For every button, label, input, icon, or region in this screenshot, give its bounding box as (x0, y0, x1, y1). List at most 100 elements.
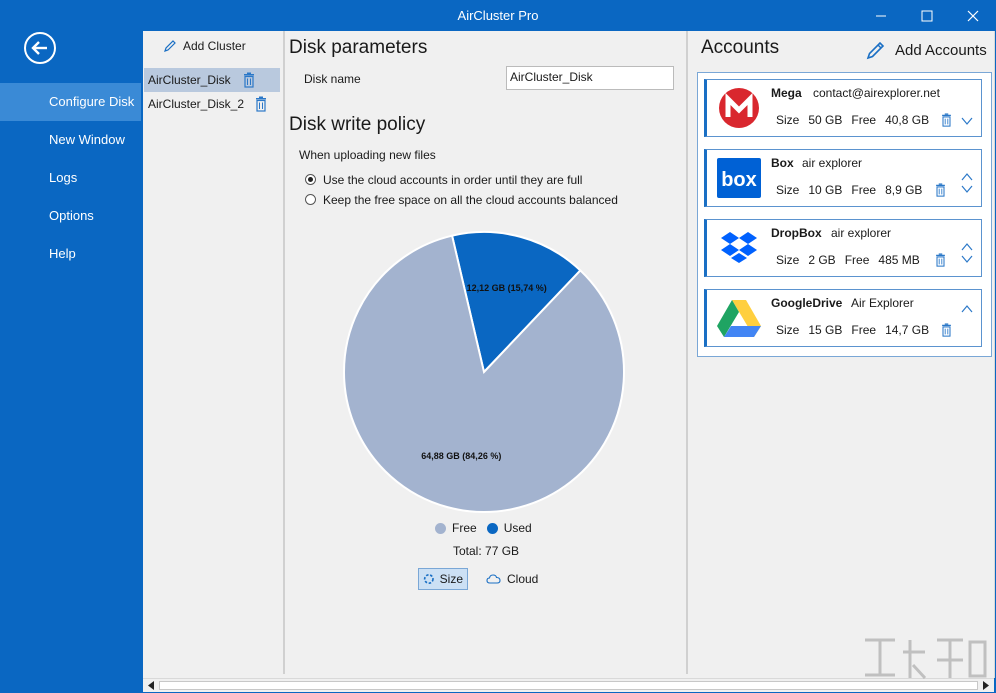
disk-settings-panel: Disk parameters Disk name AirCluster_Dis… (285, 31, 688, 674)
add-cluster-button[interactable]: Add Cluster (163, 39, 246, 53)
move-up-icon[interactable] (961, 302, 973, 328)
chart-legend: Free Used (435, 521, 532, 535)
free-label: Free (844, 253, 870, 267)
free-value: 14,7 GB (885, 323, 930, 337)
trash-icon[interactable] (941, 323, 952, 337)
account-stats: Size 10 GB Free 8,9 GB (776, 183, 931, 197)
accounts-list: Mega contact@airexplorer.net Size 50 GB Fr… (697, 72, 992, 357)
window-title: AirCluster Pro (457, 8, 539, 23)
free-value: 485 MB (878, 253, 920, 267)
disk-write-policy-heading: Disk write policy (289, 114, 426, 135)
used-legend-dot (486, 522, 498, 534)
radio-in-order-label[interactable]: Use the cloud accounts in order until th… (323, 173, 582, 187)
size-label: Size (776, 323, 800, 337)
size-value: 15 GB (808, 323, 843, 337)
scroll-left-icon[interactable] (147, 681, 155, 690)
add-accounts-label: Add Accounts (895, 41, 987, 59)
nav-options[interactable]: Options (0, 197, 141, 235)
cluster-item[interactable]: AirCluster_Disk_2 (144, 92, 280, 116)
pencil-icon (164, 40, 176, 52)
minimize-icon (876, 15, 886, 16)
trash-icon[interactable] (941, 113, 952, 127)
cluster-name: AirCluster_Disk (148, 73, 231, 87)
legend-used: Used (503, 521, 532, 535)
back-arrow-icon[interactable] (23, 31, 57, 65)
size-value: 50 GB (808, 113, 843, 127)
disk-usage-pie-chart: 12,12 GB (15,74 %) 64,88 GB (84,26 %) (343, 231, 625, 513)
add-cluster-label: Add Cluster (183, 39, 246, 53)
free-value: 8,9 GB (885, 183, 923, 197)
maximize-icon (921, 10, 933, 21)
size-value: 10 GB (808, 183, 843, 197)
move-up-down-icon[interactable] (961, 240, 973, 266)
account-service: DropBox (771, 226, 822, 240)
legend-free: Free (452, 521, 477, 535)
accounts-panel: Accounts Add Accounts Mega contact@airex… (688, 31, 994, 674)
account-user: contact@airexplorer.net (813, 86, 940, 100)
account-card-googledrive[interactable]: GoogleDrive Air Explorer Size 15 GB Free 14… (704, 289, 982, 347)
pie-label-free: 64,88 GB (84,26 %) (421, 451, 501, 461)
maximize-button[interactable] (904, 0, 950, 31)
move-up-down-icon[interactable] (961, 170, 973, 196)
size-label: Size (776, 253, 800, 267)
disk-name-label: Disk name (304, 72, 361, 86)
free-label: Free (851, 323, 877, 337)
close-button[interactable] (950, 0, 996, 31)
size-view-label: Size (439, 572, 463, 586)
policy-subheading: When uploading new files (299, 148, 436, 162)
dropbox-logo-icon (721, 232, 757, 263)
size-label: Size (776, 183, 800, 197)
radio-balanced[interactable] (305, 194, 316, 205)
radio-balanced-label[interactable]: Keep the free space on all the cloud acc… (323, 193, 618, 207)
mega-logo-icon (719, 88, 759, 128)
move-down-icon[interactable] (961, 100, 973, 126)
cluster-list-panel: Add Cluster AirCluster_Disk AirCluster_D… (143, 31, 285, 674)
title-bar: AirCluster Pro (0, 0, 996, 31)
trash-icon[interactable] (935, 183, 946, 197)
main-panel: Add Cluster AirCluster_Disk AirCluster_D… (143, 31, 995, 678)
account-card-dropbox[interactable]: DropBox air explorer Size 2 GB Free 485 MB (704, 219, 982, 277)
account-service: Box (771, 156, 794, 170)
free-value: 40,8 GB (885, 113, 930, 127)
account-stats: Size 2 GB Free 485 MB (776, 253, 929, 267)
loading-ring-icon (423, 574, 434, 584)
nav-help[interactable]: Help (0, 235, 141, 273)
minimize-button[interactable] (858, 0, 904, 31)
account-card-box[interactable]: box Box air explorer Size 10 GB Free 8,9 GB (704, 149, 982, 207)
account-service: GoogleDrive (771, 296, 843, 310)
watermark-logo-icon (865, 638, 987, 680)
account-service: Mega (771, 86, 802, 100)
account-user: air explorer (831, 226, 892, 240)
size-view-button[interactable]: Size (418, 568, 468, 590)
account-card-mega[interactable]: Mega contact@airexplorer.net Size 50 GB Fr… (704, 79, 982, 137)
nav-configure-disk[interactable]: Configure Disk (0, 83, 141, 121)
cloud-icon (486, 574, 501, 584)
free-legend-dot (435, 522, 446, 534)
cluster-name: AirCluster_Disk_2 (148, 97, 245, 111)
account-user: air explorer (802, 156, 863, 170)
pencil-icon (866, 41, 885, 60)
size-value: 2 GB (808, 253, 836, 267)
close-icon (967, 10, 979, 21)
account-user: Air Explorer (851, 296, 914, 310)
trash-icon[interactable] (255, 96, 267, 112)
radio-in-order[interactable] (305, 174, 316, 185)
trash-icon[interactable] (935, 253, 946, 267)
google-drive-logo-icon (717, 300, 761, 337)
free-label: Free (851, 113, 877, 127)
nav-new-window[interactable]: New Window (0, 121, 141, 159)
cloud-view-button[interactable]: Cloud (482, 568, 542, 590)
cluster-item[interactable]: AirCluster_Disk (144, 68, 280, 92)
accounts-heading: Accounts (701, 37, 780, 58)
total-label: Total: 77 GB (453, 544, 520, 558)
disk-parameters-heading: Disk parameters (289, 37, 428, 58)
account-stats: Size 15 GB Free 14,7 GB (776, 323, 938, 337)
add-accounts-button[interactable]: Add Accounts (865, 39, 987, 61)
nav-logs[interactable]: Logs (0, 159, 141, 197)
trash-icon[interactable] (243, 72, 255, 88)
account-stats: Size 50 GB Free 40,8 GB (776, 113, 938, 127)
cloud-view-label: Cloud (507, 572, 539, 586)
pie-label-used: 12,12 GB (15,74 %) (467, 283, 547, 293)
free-label: Free (851, 183, 877, 197)
disk-name-input[interactable]: AirCluster_Disk (506, 66, 674, 90)
